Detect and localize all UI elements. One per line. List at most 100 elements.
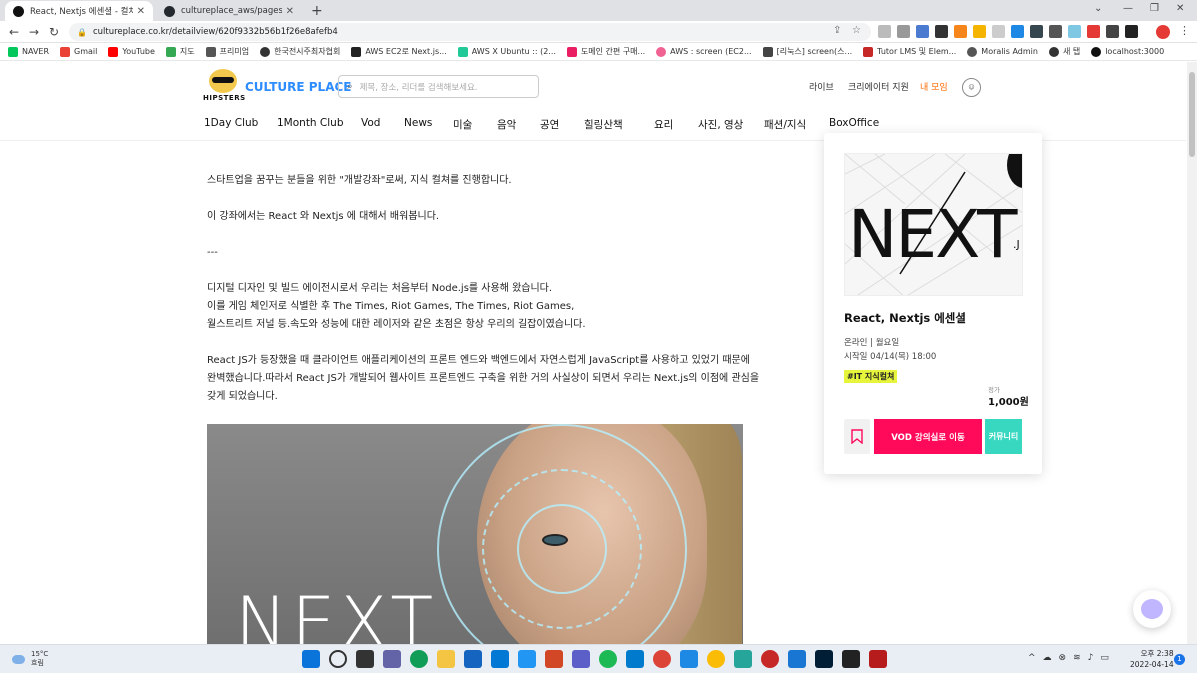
category-1month-club[interactable]: 1Month Club [277, 117, 361, 132]
category-art[interactable]: 미술 [453, 117, 497, 132]
nav-my-meetups[interactable]: 내 모임 [920, 80, 948, 93]
tab-active[interactable]: React, Nextjs 에센셜 - 컬쳐플리 ✕ [5, 1, 153, 21]
sticky-notes-icon[interactable] [842, 650, 860, 668]
extension-icon[interactable] [1087, 25, 1100, 38]
category-fashion-knowledge[interactable]: 패션/지식 [764, 117, 829, 132]
course-thumbnail[interactable]: NEXT .J [844, 153, 1023, 296]
filezilla-icon[interactable] [869, 650, 887, 668]
file-explorer-icon[interactable] [437, 650, 455, 668]
weather-widget[interactable]: 15°C 흐림 [12, 650, 48, 668]
search-icon[interactable] [329, 650, 347, 668]
spotify-icon[interactable] [599, 650, 617, 668]
extension-icon[interactable] [1030, 25, 1043, 38]
category-1day-club[interactable]: 1Day Club [204, 117, 277, 132]
system-clock[interactable]: 오후 2:38 2022-04-14 [1130, 648, 1174, 670]
close-tab-icon[interactable]: ✕ [137, 6, 145, 17]
user-avatar[interactable]: ☺ [962, 78, 981, 97]
page-scrollbar[interactable] [1187, 62, 1197, 644]
app-icon[interactable] [788, 650, 806, 668]
bookmark-aws-ubuntu[interactable]: AWS X Ubuntu :: (2... [457, 46, 556, 57]
bookmark-aws-screen[interactable]: AWS : screen (EC2... [656, 46, 752, 57]
scrollbar-thumb[interactable] [1189, 72, 1195, 157]
notification-badge[interactable]: 1 [1174, 654, 1185, 665]
task-view-icon[interactable] [356, 650, 374, 668]
bookmark-moralis[interactable]: Moralis Admin [967, 46, 1038, 57]
battery-icon[interactable]: ▭ [1100, 653, 1109, 663]
extension-icon[interactable] [973, 25, 986, 38]
vscode-icon[interactable] [626, 650, 644, 668]
tab-inactive[interactable]: cultureplace_aws/pages/payme ✕ [156, 1, 302, 21]
category-performance[interactable]: 공연 [540, 117, 584, 132]
course-tag[interactable]: #IT 지식컬쳐 [844, 370, 898, 383]
wifi-icon[interactable]: ≋ [1073, 653, 1081, 663]
metamask-icon[interactable] [954, 25, 967, 38]
chatbot-button[interactable] [1133, 590, 1171, 628]
side-panel-icon[interactable] [1125, 25, 1138, 38]
category-healing-walk[interactable]: 힐링산책 [584, 117, 654, 132]
back-icon[interactable]: ← [4, 25, 24, 39]
photos-icon[interactable] [680, 650, 698, 668]
category-photo-video[interactable]: 사진, 영상 [698, 117, 764, 132]
site-search-input[interactable]: ⌕ 제목, 장소, 리더를 검색해보세요. [338, 75, 539, 98]
todo-icon[interactable] [518, 650, 536, 668]
bookmark-exhibition[interactable]: 한국전시주최자협회 [260, 46, 340, 57]
chevron-up-icon[interactable]: ^ [1028, 653, 1036, 663]
profile-avatar[interactable] [1156, 25, 1170, 39]
brand-name[interactable]: CULTURE PLACE [245, 80, 352, 94]
share-icon[interactable]: ⇪ [833, 25, 841, 36]
nav-live[interactable]: 라이브 [809, 80, 834, 93]
app-tray-icon[interactable]: ⊗ [1059, 653, 1067, 663]
chrome-icon[interactable] [653, 650, 671, 668]
record-icon[interactable] [761, 650, 779, 668]
close-tab-icon[interactable]: ✕ [286, 6, 294, 17]
category-music[interactable]: 음악 [497, 117, 540, 132]
bookmark-new-tab[interactable]: 새 탭 [1048, 46, 1080, 57]
bookmark-localhost[interactable]: localhost:3000 [1091, 46, 1164, 57]
onedrive-icon[interactable]: ☁ [1043, 653, 1052, 663]
windows-start-icon[interactable] [302, 650, 320, 668]
extension-icon[interactable] [1068, 25, 1081, 38]
close-window-icon[interactable]: ✕ [1176, 3, 1184, 14]
bookmark-maps[interactable]: 지도 [165, 46, 195, 57]
category-news[interactable]: News [404, 117, 453, 132]
menu-icon[interactable]: ⋮ [1179, 24, 1190, 37]
bookmark-youtube[interactable]: YouTube [108, 46, 155, 57]
extension-icon[interactable] [897, 25, 910, 38]
bookmark-star-icon[interactable]: ☆ [852, 25, 861, 36]
hipsters-logo[interactable]: HIPSTERS [203, 68, 245, 102]
photoshop-icon[interactable] [815, 650, 833, 668]
teams-icon[interactable] [572, 650, 590, 668]
extension-icon[interactable] [992, 25, 1005, 38]
extension-icon[interactable] [878, 25, 891, 38]
extension-icon[interactable] [935, 25, 948, 38]
forward-icon[interactable]: → [24, 25, 44, 39]
bookmark-linux-screen[interactable]: [리눅스] screen(스... [762, 46, 852, 57]
extension-icon[interactable] [1049, 25, 1062, 38]
edge-icon[interactable] [410, 650, 428, 668]
lock-icon[interactable]: 🔒 [77, 28, 87, 37]
extension-icon[interactable] [1011, 25, 1024, 38]
extension-icon[interactable] [916, 25, 929, 38]
restore-icon[interactable]: ❐ [1150, 3, 1159, 14]
bookmark-button[interactable] [844, 419, 870, 454]
new-tab-icon[interactable]: + [311, 3, 323, 19]
volume-icon[interactable]: ♪ [1088, 653, 1094, 663]
vod-classroom-button[interactable]: VOD 강의실로 이동 [874, 419, 982, 454]
chat-icon[interactable] [383, 650, 401, 668]
bookmark-domain[interactable]: 도메인 간편 구매... [566, 46, 645, 57]
mail-icon[interactable] [491, 650, 509, 668]
url-bar[interactable]: 🔒 cultureplace.co.kr/detailview/620f9332… [69, 23, 871, 41]
bookmark-tutor-lms[interactable]: Tutor LMS 및 Elem... [863, 46, 956, 57]
notepad-icon[interactable] [734, 650, 752, 668]
category-cooking[interactable]: 요리 [654, 117, 698, 132]
bookmark-aws-ec2[interactable]: AWS EC2로 Next.js... [351, 46, 447, 57]
minimize-icon[interactable]: — [1123, 3, 1133, 14]
puzzle-icon[interactable] [1106, 25, 1119, 38]
bookmark-gmail[interactable]: Gmail [60, 46, 97, 57]
bookmark-naver[interactable]: NAVER [8, 46, 49, 57]
powerpoint-icon[interactable] [545, 650, 563, 668]
reload-icon[interactable]: ↻ [44, 25, 64, 39]
nav-creator-support[interactable]: 크리에이터 지원 [848, 80, 909, 93]
store-icon[interactable] [464, 650, 482, 668]
bookmark-premium[interactable]: 프리미엄 [205, 46, 249, 57]
